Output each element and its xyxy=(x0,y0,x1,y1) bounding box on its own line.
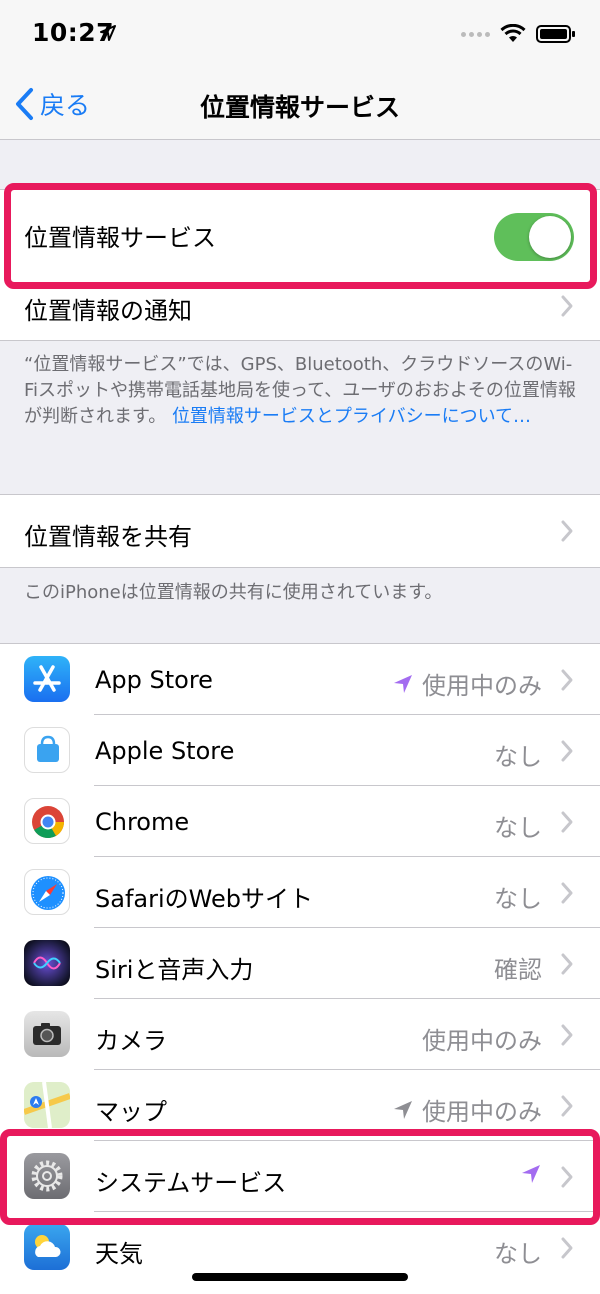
chevron-right-icon xyxy=(561,669,573,691)
app-permission: 使用中のみ xyxy=(392,1092,542,1127)
app-name: Chrome xyxy=(95,808,190,836)
app-row-apple-store[interactable]: Apple Store なし xyxy=(0,715,600,786)
status-bar: 10:27 xyxy=(0,0,600,70)
camera-icon xyxy=(24,1011,70,1057)
chevron-right-icon xyxy=(561,882,573,904)
app-row-app-store[interactable]: App Store 使用中のみ xyxy=(0,644,600,715)
app-name: カメラ xyxy=(95,1027,167,1055)
app-name: App Store xyxy=(95,666,213,694)
nav-bar: 戻る 位置情報サービス xyxy=(0,70,600,140)
wifi-icon xyxy=(500,24,526,42)
divider xyxy=(0,567,600,568)
app-permission: なし xyxy=(494,814,542,842)
highlight-box-location-toggle xyxy=(4,183,597,289)
chevron-right-icon xyxy=(561,295,573,317)
siri-icon xyxy=(24,940,70,986)
app-row-siri[interactable]: Siriと音声入力 確認 xyxy=(0,928,600,999)
chevron-right-icon xyxy=(561,520,573,542)
location-arrow-icon xyxy=(100,25,116,41)
app-name: マップ xyxy=(95,1098,167,1126)
location-arrow-gray-icon xyxy=(394,1100,412,1119)
maps-icon xyxy=(24,1082,70,1128)
app-permission: 使用中のみ xyxy=(392,666,542,701)
app-store-icon xyxy=(24,656,70,702)
app-permission: なし xyxy=(494,743,542,771)
app-name: Siriと音声入力 xyxy=(95,956,254,984)
app-row-camera[interactable]: カメラ 使用中のみ xyxy=(0,999,600,1070)
location-description: “位置情報サービス”では、GPS、Bluetooth、クラウドソースのWi-Fi… xyxy=(24,352,578,430)
privacy-link[interactable]: 位置情報サービスとプライバシーについて… xyxy=(172,406,531,427)
share-location-cell[interactable]: 位置情報を共有 xyxy=(0,495,600,567)
app-permission: なし xyxy=(494,885,542,913)
safari-icon xyxy=(24,869,70,915)
chevron-right-icon xyxy=(561,953,573,975)
app-name: 天気 xyxy=(95,1240,143,1268)
app-row-safari[interactable]: SafariのWebサイト なし xyxy=(0,857,600,928)
chevron-right-icon xyxy=(561,740,573,762)
page-title: 位置情報サービス xyxy=(199,93,400,122)
divider xyxy=(0,340,600,341)
share-location-label: 位置情報を共有 xyxy=(24,523,192,551)
apple-store-icon xyxy=(24,727,70,773)
app-row-chrome[interactable]: Chrome なし xyxy=(0,786,600,857)
chevron-right-icon xyxy=(561,1024,573,1046)
location-notifications-label: 位置情報の通知 xyxy=(24,297,192,325)
app-name: SafariのWebサイト xyxy=(95,885,313,913)
app-permission: なし xyxy=(494,1240,542,1268)
battery-icon xyxy=(536,25,575,43)
share-footer: このiPhoneは位置情報の共有に使用されています。 xyxy=(24,582,443,603)
home-indicator xyxy=(192,1273,408,1281)
chevron-right-icon xyxy=(561,811,573,833)
location-arrow-purple-icon xyxy=(394,674,412,693)
chevron-right-icon xyxy=(561,1237,573,1259)
chrome-icon xyxy=(24,798,70,844)
weather-icon xyxy=(24,1224,70,1270)
chevron-right-icon xyxy=(561,1095,573,1117)
highlight-box-system-services xyxy=(0,1129,600,1225)
app-name: Apple Store xyxy=(95,737,235,765)
signal-dots-icon xyxy=(461,31,490,37)
app-permission: 確認 xyxy=(494,956,542,984)
app-permission: 使用中のみ xyxy=(422,1027,542,1055)
